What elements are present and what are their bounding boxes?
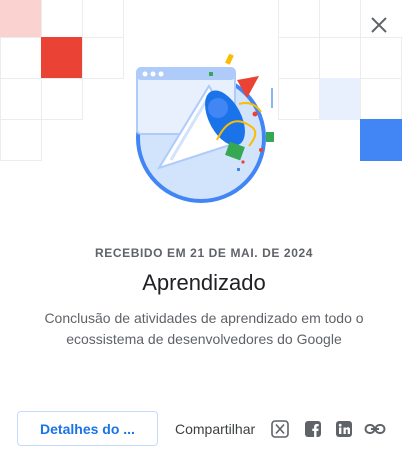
badge-title: Aprendizado — [142, 270, 266, 295]
decorative-grid-left — [0, 0, 124, 166]
x-icon[interactable] — [270, 419, 290, 439]
link-icon[interactable] — [364, 419, 386, 439]
badge-dialog: RECEBIDO EM 21 DE MAI. DE 2024 Aprendiza… — [0, 0, 408, 463]
close-button[interactable] — [366, 12, 392, 38]
details-button[interactable]: Detalhes do ... — [17, 411, 158, 446]
badge-description: Conclusão de atividades de aprendizado e… — [44, 310, 364, 347]
share-label: Compartilhar — [175, 421, 256, 437]
facebook-icon[interactable] — [303, 419, 323, 439]
close-icon — [371, 17, 387, 33]
megaphone-confetti-icon — [135, 53, 274, 204]
received-date: RECEBIDO EM 21 DE MAI. DE 2024 — [94, 246, 314, 260]
linkedin-icon[interactable] — [334, 419, 354, 439]
